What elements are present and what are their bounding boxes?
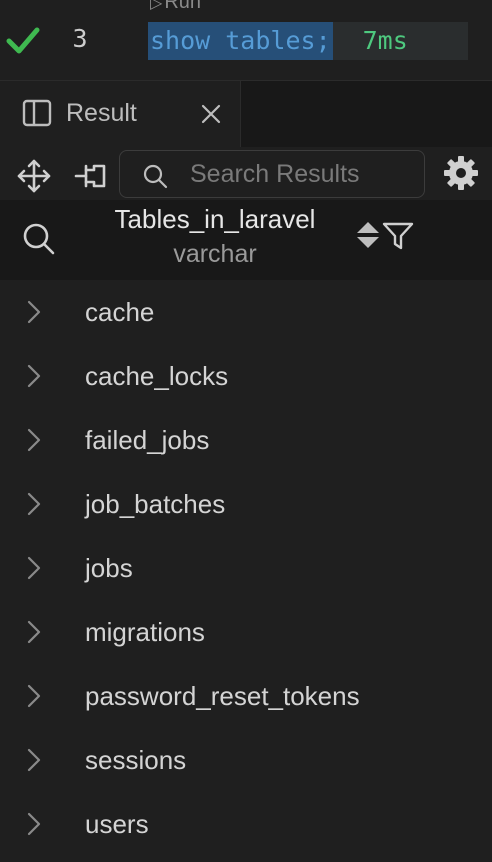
- chevron-right-icon[interactable]: [26, 683, 42, 709]
- move-icon[interactable]: [16, 158, 52, 194]
- chevron-right-icon[interactable]: [26, 363, 42, 389]
- row-value: users: [85, 809, 149, 839]
- tab-result[interactable]: Result: [0, 81, 241, 147]
- list-item[interactable]: cache_locks: [0, 345, 492, 409]
- tab-result-label: Result: [66, 99, 137, 127]
- list-item[interactable]: jobs: [0, 537, 492, 601]
- chevron-right-icon[interactable]: [26, 747, 42, 773]
- close-icon[interactable]: [198, 101, 224, 127]
- search-results-field[interactable]: [119, 150, 425, 198]
- checkmark-icon: [6, 27, 40, 54]
- row-value: cache_locks: [85, 361, 229, 391]
- row-value: jobs: [85, 553, 133, 583]
- panel-layout-icon: [22, 99, 52, 127]
- column-header: Tables_in_laravel varchar: [0, 200, 492, 280]
- sort-icon[interactable]: [356, 220, 380, 250]
- row-value: cache: [85, 297, 155, 327]
- codelens-run[interactable]: ▷ Run: [150, 0, 201, 14]
- chevron-right-icon[interactable]: [26, 811, 42, 837]
- list-item[interactable]: migrations: [0, 601, 492, 665]
- gear-icon[interactable]: [442, 154, 480, 192]
- search-icon: [143, 164, 168, 189]
- results-list: cache cache_locks failed_jobs job_batche…: [0, 281, 492, 857]
- column-type: varchar: [173, 240, 257, 268]
- list-item[interactable]: users: [0, 793, 492, 857]
- filter-icon[interactable]: [382, 222, 414, 250]
- results-tab-bar: Result: [0, 81, 492, 147]
- row-value: sessions: [85, 745, 187, 775]
- search-results-input[interactable]: [190, 157, 410, 191]
- chevron-right-icon[interactable]: [26, 427, 42, 453]
- pin-icon[interactable]: [74, 160, 110, 192]
- sql-statement[interactable]: show tables;: [148, 22, 333, 60]
- row-value: failed_jobs: [85, 425, 210, 455]
- column-name[interactable]: Tables_in_laravel: [100, 204, 330, 235]
- row-value: password_reset_tokens: [85, 681, 360, 711]
- row-value: job_batches: [85, 489, 226, 519]
- list-item[interactable]: sessions: [0, 729, 492, 793]
- query-editor[interactable]: ▷ Run 3 show tables; 7ms: [0, 0, 492, 81]
- results-toolbar: [0, 148, 492, 200]
- play-icon: ▷: [150, 0, 163, 12]
- row-value: migrations: [85, 617, 205, 647]
- list-item[interactable]: password_reset_tokens: [0, 665, 492, 729]
- list-item[interactable]: failed_jobs: [0, 409, 492, 473]
- code-line[interactable]: show tables; 7ms: [148, 22, 468, 60]
- chevron-right-icon[interactable]: [26, 555, 42, 581]
- line-number: 3: [72, 24, 88, 53]
- chevron-right-icon[interactable]: [26, 491, 42, 517]
- search-icon[interactable]: [22, 222, 56, 256]
- chevron-right-icon[interactable]: [26, 619, 42, 645]
- list-item[interactable]: job_batches: [0, 473, 492, 537]
- list-item[interactable]: cache: [0, 281, 492, 345]
- chevron-right-icon[interactable]: [26, 299, 42, 325]
- execution-time: 7ms: [332, 22, 468, 60]
- codelens-run-label: Run: [164, 0, 202, 13]
